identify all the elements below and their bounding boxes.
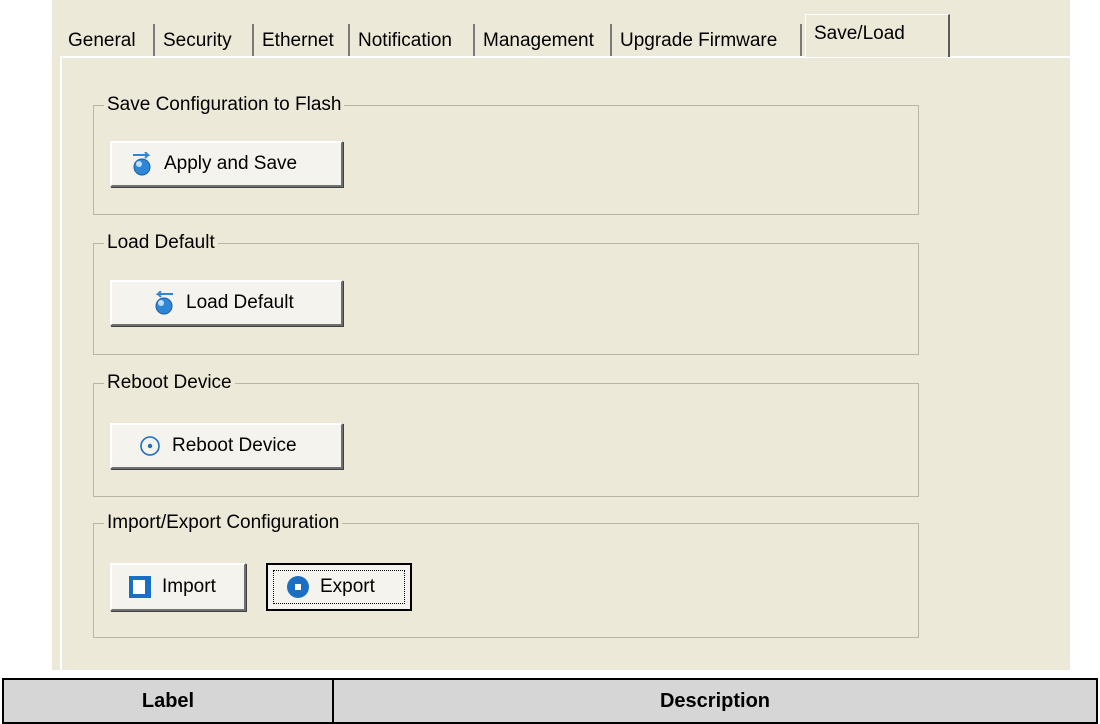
tab-label: Save/Load: [814, 23, 905, 44]
button-label: Reboot Device: [172, 435, 297, 456]
button-label: Import: [162, 576, 216, 597]
export-button[interactable]: Export: [266, 563, 412, 611]
description-table: Label Description: [2, 678, 1098, 724]
tab-label: Notification: [358, 30, 452, 51]
load-default-icon: [152, 290, 176, 315]
group-import-export: Import/Export Configuration Import Expor…: [93, 512, 919, 638]
button-label: Apply and Save: [164, 153, 298, 174]
apply-save-icon: [130, 151, 154, 176]
group-title: Import/Export Configuration: [104, 512, 343, 534]
tab-label: General: [68, 30, 136, 51]
import-button[interactable]: Import: [110, 563, 246, 611]
table-header-row: Label Description: [2, 678, 1098, 724]
import-icon: [128, 575, 152, 599]
tab-save-load[interactable]: Save/Load: [805, 14, 950, 57]
group-title: Save Configuration to Flash: [104, 94, 345, 116]
tab-ethernet[interactable]: Ethernet: [254, 24, 350, 57]
reboot-device-button[interactable]: Reboot Device: [110, 423, 343, 469]
group-reboot-device: Reboot Device Reboot Device: [93, 372, 919, 497]
tab-general[interactable]: General: [60, 24, 155, 57]
group-title: Load Default: [104, 232, 218, 254]
tab-label: Ethernet: [262, 30, 334, 51]
apply-and-save-button[interactable]: Apply and Save: [110, 141, 343, 187]
reboot-icon: [138, 434, 162, 458]
group-load-default: Load Default Load Default: [93, 232, 919, 355]
tab-label: Security: [163, 30, 232, 51]
tab-notification[interactable]: Notification: [350, 24, 475, 57]
column-header-label: Label: [2, 678, 334, 724]
tab-upgrade-firmware[interactable]: Upgrade Firmware: [612, 24, 802, 57]
description-table-wrapper: Label Description: [0, 678, 1100, 724]
tab-management[interactable]: Management: [475, 24, 612, 57]
column-header-description: Description: [332, 678, 1098, 724]
load-default-button[interactable]: Load Default: [110, 280, 343, 326]
group-title: Reboot Device: [104, 372, 235, 394]
tab-label: Upgrade Firmware: [620, 30, 778, 51]
tab-label: Management: [483, 30, 594, 51]
group-save-configuration: Save Configuration to Flash Apply and Sa…: [93, 94, 919, 215]
button-label: Load Default: [186, 292, 294, 313]
tab-security[interactable]: Security: [155, 24, 254, 57]
export-icon: [286, 575, 310, 599]
